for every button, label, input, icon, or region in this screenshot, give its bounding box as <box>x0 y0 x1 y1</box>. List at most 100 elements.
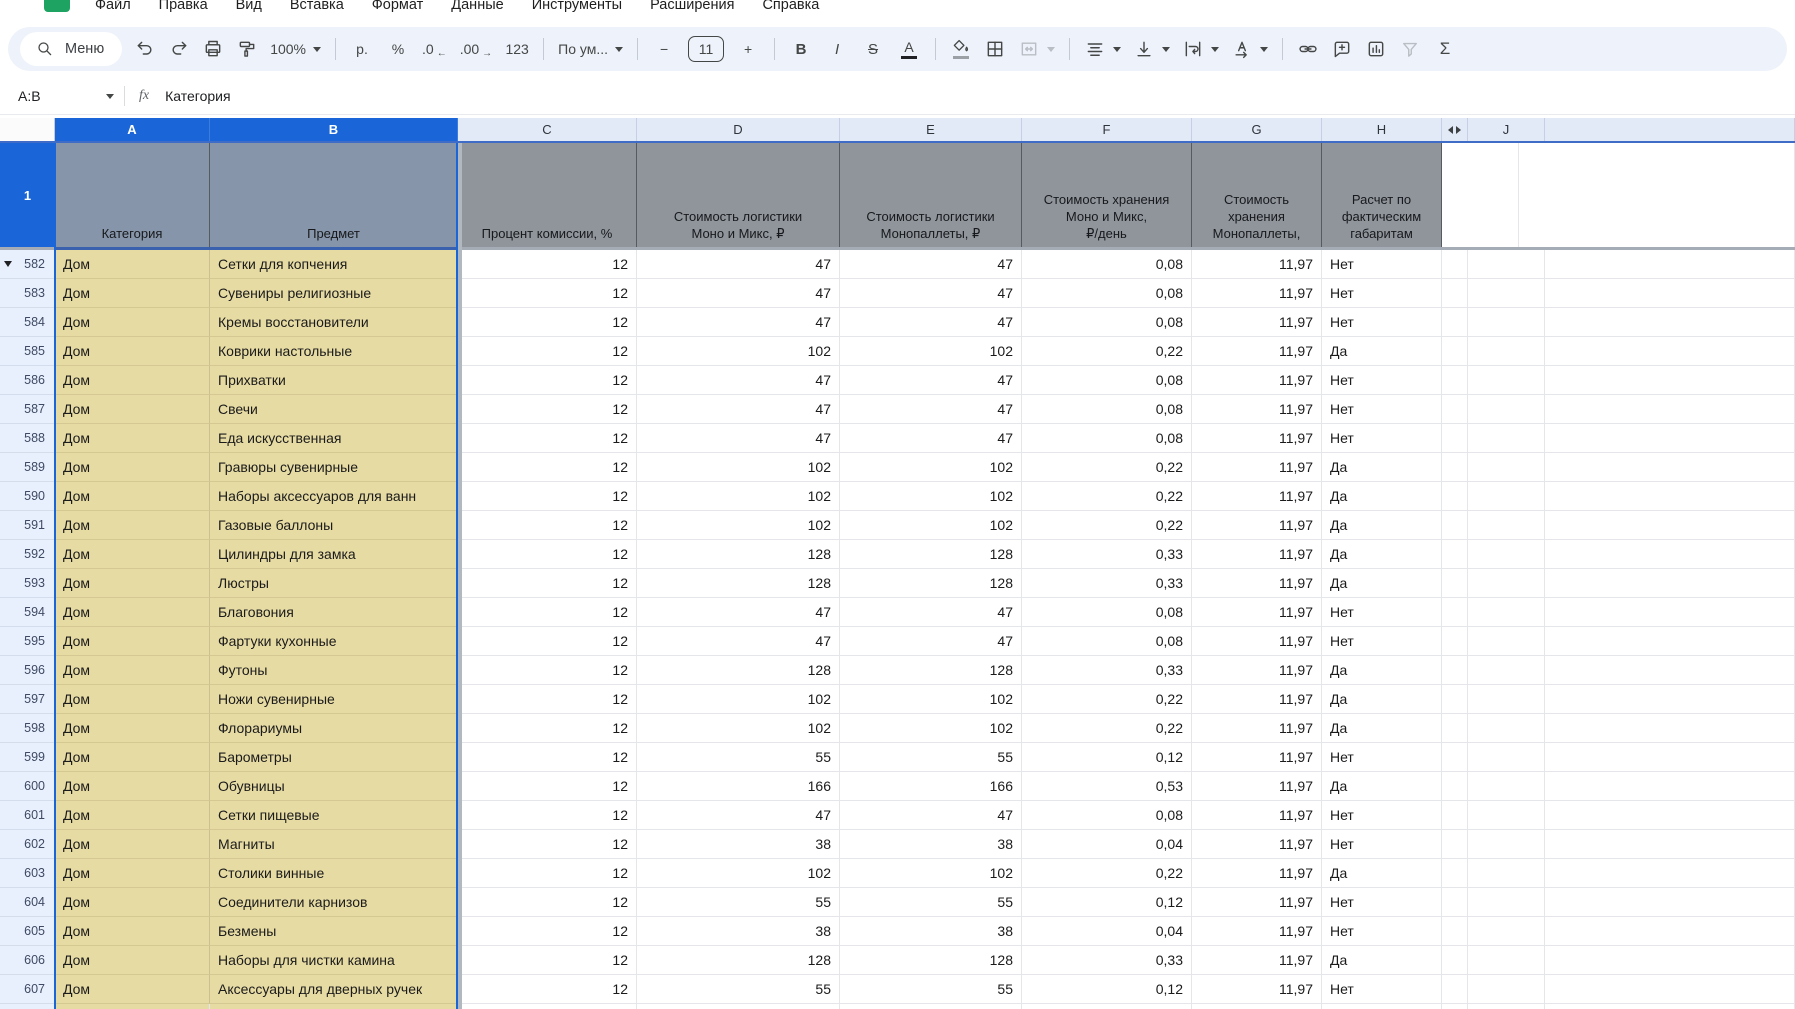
cell-j592[interactable] <box>1468 540 1545 569</box>
menu-format[interactable]: Формат <box>372 0 424 13</box>
column-header-g[interactable]: G <box>1192 118 1322 141</box>
cell-f597[interactable]: 0,22 <box>1022 685 1192 714</box>
cell-i587[interactable] <box>1442 395 1468 424</box>
cell-f1[interactable]: Стоимость хранения Моно и Микс, ₽/день <box>1022 143 1192 247</box>
cell-f590[interactable]: 0,22 <box>1022 482 1192 511</box>
cell-a597[interactable]: Дом <box>55 685 210 714</box>
cell-g599[interactable]: 11,97 <box>1192 743 1322 772</box>
cell-e599[interactable]: 55 <box>840 743 1022 772</box>
redo-icon[interactable] <box>168 38 190 60</box>
cell-j590[interactable] <box>1468 482 1545 511</box>
cell-a592[interactable]: Дом <box>55 540 210 569</box>
cell-b582[interactable]: Сетки для копчения <box>210 250 458 279</box>
formula-input[interactable]: Категория <box>165 88 230 104</box>
cell-h602[interactable]: Нет <box>1322 830 1442 859</box>
cell-d582[interactable]: 47 <box>637 250 840 279</box>
cell-c604[interactable]: 12 <box>458 888 637 917</box>
cell-h595[interactable]: Нет <box>1322 627 1442 656</box>
cell-i584[interactable] <box>1442 308 1468 337</box>
cell-j602[interactable] <box>1468 830 1545 859</box>
cell-e598[interactable]: 102 <box>840 714 1022 743</box>
cell-g596[interactable]: 11,97 <box>1192 656 1322 685</box>
cell-a593[interactable]: Дом <box>55 569 210 598</box>
cell-c603[interactable]: 12 <box>458 859 637 888</box>
row-number[interactable]: 604 <box>0 888 55 917</box>
cell-a606[interactable]: Дом <box>55 946 210 975</box>
cell-d586[interactable]: 47 <box>637 366 840 395</box>
cell-k602[interactable] <box>1545 830 1795 859</box>
insert-chart-icon[interactable] <box>1365 38 1387 60</box>
cell-e597[interactable]: 102 <box>840 685 1022 714</box>
cell-d593[interactable]: 128 <box>637 569 840 598</box>
increase-decimals-button[interactable]: .00 → <box>460 35 493 63</box>
row-number[interactable]: 583 <box>0 279 55 308</box>
cell-f596[interactable]: 0,33 <box>1022 656 1192 685</box>
cell-b593[interactable]: Люстры <box>210 569 458 598</box>
cell-f589[interactable]: 0,22 <box>1022 453 1192 482</box>
cell-i603[interactable] <box>1442 859 1468 888</box>
column-header-a[interactable]: A <box>55 118 210 141</box>
cell-k591[interactable] <box>1545 511 1795 540</box>
row-number[interactable]: 599 <box>0 743 55 772</box>
cell-e606[interactable]: 128 <box>840 946 1022 975</box>
cell-g585[interactable]: 11,97 <box>1192 337 1322 366</box>
row-number[interactable]: 597 <box>0 685 55 714</box>
cell-b607[interactable]: Аксессуары для дверных ручек <box>210 975 458 1004</box>
cell-i599[interactable] <box>1442 743 1468 772</box>
cell-a583[interactable]: Дом <box>55 279 210 308</box>
cell-d602[interactable]: 38 <box>637 830 840 859</box>
cell-f606[interactable]: 0,33 <box>1022 946 1192 975</box>
cell-i589[interactable] <box>1442 453 1468 482</box>
italic-button[interactable]: I <box>825 35 849 63</box>
cell-e582[interactable]: 47 <box>840 250 1022 279</box>
row-number[interactable]: 594 <box>0 598 55 627</box>
cell-b587[interactable]: Свечи <box>210 395 458 424</box>
cell-k596[interactable] <box>1545 656 1795 685</box>
cell-g605[interactable]: 11,97 <box>1192 917 1322 946</box>
cell-j600[interactable] <box>1468 772 1545 801</box>
cell-h604[interactable]: Нет <box>1322 888 1442 917</box>
column-header-f[interactable]: F <box>1022 118 1192 141</box>
cell-b588[interactable]: Еда искусственная <box>210 424 458 453</box>
row-number[interactable]: 606 <box>0 946 55 975</box>
row-number[interactable]: 593 <box>0 569 55 598</box>
cell-e1[interactable]: Стоимость логистики Монопаллеты, ₽ <box>840 143 1022 247</box>
row-number[interactable]: 605 <box>0 917 55 946</box>
cell-b1[interactable]: Предмет <box>210 143 458 247</box>
cell-h588[interactable]: Нет <box>1322 424 1442 453</box>
filter-icon[interactable] <box>1399 38 1421 60</box>
cell-f604[interactable]: 0,12 <box>1022 888 1192 917</box>
cell-j595[interactable] <box>1468 627 1545 656</box>
number-format-button[interactable]: 123 <box>505 35 529 63</box>
cell-h1[interactable]: Расчет по фактическим габаритам <box>1322 143 1442 247</box>
cell-a595[interactable]: Дом <box>55 627 210 656</box>
cell-k582[interactable] <box>1545 250 1795 279</box>
cell-k584[interactable] <box>1545 308 1795 337</box>
cell-k606[interactable] <box>1545 946 1795 975</box>
cell-a586[interactable]: Дом <box>55 366 210 395</box>
menu-edit[interactable]: Правка <box>159 0 208 13</box>
cell-f587[interactable]: 0,08 <box>1022 395 1192 424</box>
cell-j606[interactable] <box>1468 946 1545 975</box>
cell-g590[interactable]: 11,97 <box>1192 482 1322 511</box>
cell-j585[interactable] <box>1468 337 1545 366</box>
cell-g603[interactable]: 11,97 <box>1192 859 1322 888</box>
insert-comment-icon[interactable] <box>1331 38 1353 60</box>
cell-k587[interactable] <box>1545 395 1795 424</box>
cell-h600[interactable]: Да <box>1322 772 1442 801</box>
cell-d588[interactable]: 47 <box>637 424 840 453</box>
cell-a591[interactable]: Дом <box>55 511 210 540</box>
font-select[interactable]: По ум... <box>558 35 624 63</box>
cell-e593[interactable]: 128 <box>840 569 1022 598</box>
hidden-column-arrows[interactable] <box>1442 118 1468 141</box>
cell-f583[interactable]: 0,08 <box>1022 279 1192 308</box>
cell-g582[interactable]: 11,97 <box>1192 250 1322 279</box>
row-number[interactable]: 601 <box>0 801 55 830</box>
bold-button[interactable]: B <box>789 35 813 63</box>
cell-b591[interactable]: Газовые баллоны <box>210 511 458 540</box>
cell-f593[interactable]: 0,33 <box>1022 569 1192 598</box>
decrease-font-size-button[interactable]: − <box>652 35 676 63</box>
row-number[interactable]: 595 <box>0 627 55 656</box>
cell-e603[interactable]: 102 <box>840 859 1022 888</box>
cell-j597[interactable] <box>1468 685 1545 714</box>
